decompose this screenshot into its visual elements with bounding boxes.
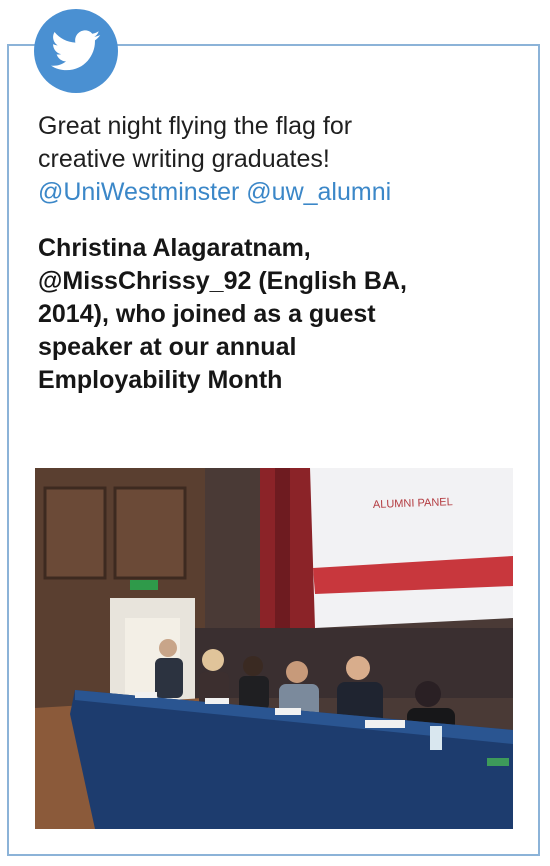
caption-line-4: speaker at our annual — [38, 333, 297, 361]
tweet-handles-link[interactable]: @UniWestminster @uw_alumni — [38, 176, 518, 209]
caption-line-5: Employability Month — [38, 366, 283, 394]
event-photo: ALUMNI PANEL — [35, 468, 513, 829]
tweet-line-2: creative writing graduates! — [38, 145, 330, 173]
exit-sign-icon — [130, 580, 158, 590]
twitter-bird-icon — [51, 30, 101, 71]
caption-line-1: Christina Alagaratnam, — [38, 234, 311, 262]
caption-line-3: 2014), who joined as a guest — [38, 300, 376, 328]
twitter-badge — [34, 9, 118, 93]
tweet-line-1: Great night flying the flag for — [38, 112, 353, 140]
event-photo-illustration: ALUMNI PANEL — [35, 468, 513, 829]
caption-line-2: @MissChrissy_92 (English BA, — [38, 267, 407, 295]
photo-caption: Christina Alagaratnam, @MissChrissy_92 (… — [38, 232, 508, 397]
tweet-text: Great night flying the flag for creative… — [38, 110, 518, 209]
